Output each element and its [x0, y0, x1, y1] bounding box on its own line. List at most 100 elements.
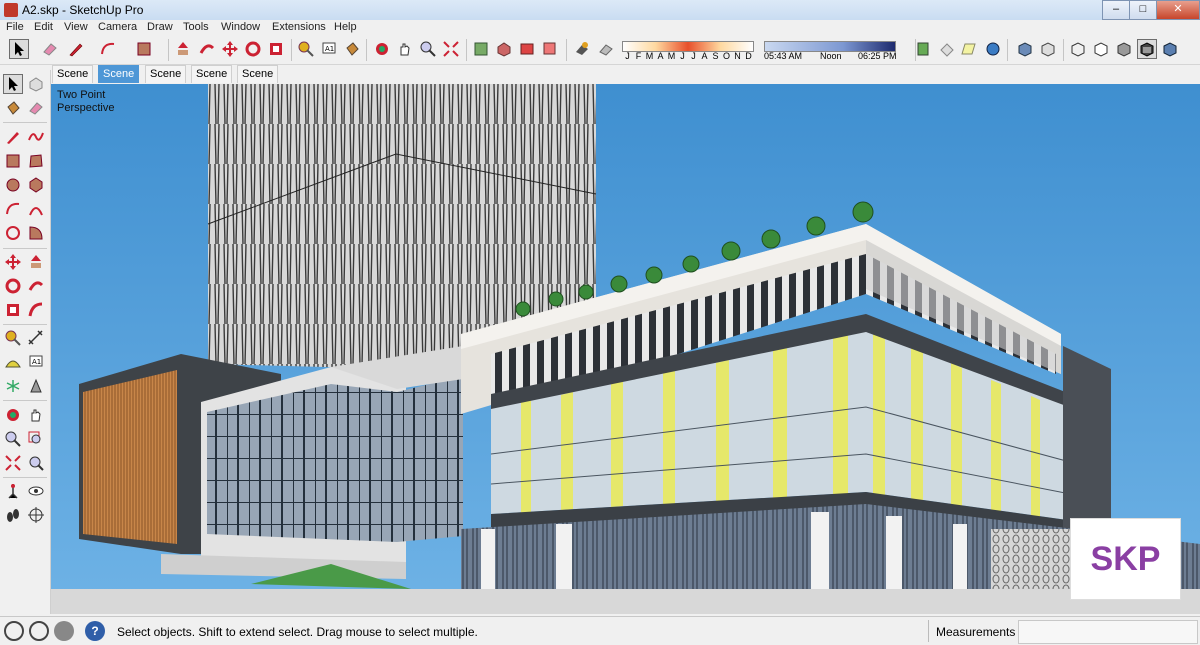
axes-icon[interactable]: [3, 376, 23, 396]
select-tool-icon[interactable]: [9, 39, 29, 59]
menu-edit[interactable]: Edit: [34, 21, 53, 33]
minimize-button[interactable]: –: [1102, 0, 1130, 20]
tab-scene-4[interactable]: Scene 4: [191, 65, 233, 96]
pie-icon[interactable]: [26, 223, 46, 243]
menu-tools[interactable]: Tools: [183, 21, 209, 33]
rotated-rectangle-icon[interactable]: [26, 151, 46, 171]
move-icon[interactable]: [220, 39, 240, 59]
zoom-icon[interactable]: [3, 429, 23, 449]
main-toolbar: A1: [0, 36, 1200, 65]
zoom-window-icon[interactable]: [26, 429, 46, 449]
menu-draw[interactable]: Draw: [147, 21, 173, 33]
orbit-icon[interactable]: [372, 39, 392, 59]
eraser-icon[interactable]: [26, 98, 46, 118]
iso-view-icon[interactable]: [1015, 39, 1035, 59]
tab-scene-2[interactable]: Scene 2: [98, 65, 140, 96]
rectangle-icon[interactable]: [134, 39, 154, 59]
polygon-icon[interactable]: [26, 175, 46, 195]
pan-icon[interactable]: [26, 405, 46, 425]
look-around-icon[interactable]: [26, 481, 46, 501]
section-plane-icon[interactable]: [960, 39, 980, 59]
model-viewport[interactable]: [51, 84, 1200, 614]
menu-window[interactable]: Window: [221, 21, 260, 33]
close-button[interactable]: ✕: [1156, 0, 1200, 20]
menu-camera[interactable]: Camera: [98, 21, 137, 33]
tape-measure-icon[interactable]: [3, 328, 23, 348]
toolbar-separator: [291, 39, 292, 61]
make-component-icon[interactable]: [26, 74, 46, 94]
credits-status-icon[interactable]: [29, 621, 49, 641]
3d-text-icon[interactable]: [26, 376, 46, 396]
text-tool-icon[interactable]: A1: [319, 39, 339, 59]
maximize-button[interactable]: □: [1129, 0, 1157, 20]
month-label: N: [734, 51, 741, 61]
orbit-icon[interactable]: [3, 405, 23, 425]
hidden-line-icon[interactable]: [1114, 39, 1134, 59]
zoom-icon[interactable]: [418, 39, 438, 59]
offset-icon[interactable]: [26, 300, 46, 320]
push-pull-icon[interactable]: [26, 252, 46, 272]
help-icon[interactable]: ?: [85, 621, 105, 641]
menu-file[interactable]: File: [6, 21, 24, 33]
dimension-icon[interactable]: [26, 328, 46, 348]
follow-me-icon[interactable]: [197, 39, 217, 59]
walk-icon[interactable]: [3, 505, 23, 525]
rotate-icon[interactable]: [243, 39, 263, 59]
section-plane-icon[interactable]: [26, 505, 46, 525]
position-camera-icon[interactable]: [3, 481, 23, 501]
xray-icon[interactable]: [1038, 39, 1058, 59]
measurements-input[interactable]: [1018, 620, 1198, 644]
select-icon[interactable]: [3, 74, 23, 94]
wireframe-icon[interactable]: [1091, 39, 1111, 59]
two-point-arc-icon[interactable]: [26, 199, 46, 219]
menu-view[interactable]: View: [64, 21, 88, 33]
zoom-extents-icon[interactable]: [3, 453, 23, 473]
month-label: A: [701, 51, 708, 61]
3d-warehouse-icon[interactable]: [471, 39, 491, 59]
extension-warehouse-icon[interactable]: [517, 39, 537, 59]
back-edges-icon[interactable]: [1068, 39, 1088, 59]
tape-measure-icon[interactable]: [296, 39, 316, 59]
geo-location-status-icon[interactable]: [4, 621, 24, 641]
eraser-icon[interactable]: [40, 39, 60, 59]
follow-me-icon[interactable]: [26, 276, 46, 296]
text-icon[interactable]: A1: [26, 352, 46, 372]
month-label: F: [635, 51, 642, 61]
three-point-arc-icon[interactable]: [3, 223, 23, 243]
monochrome-icon[interactable]: [1160, 39, 1180, 59]
toolbar-separator: [1007, 39, 1008, 61]
line-icon[interactable]: [3, 127, 23, 147]
paint-bucket-icon[interactable]: [342, 39, 362, 59]
styles-icon[interactable]: [913, 39, 933, 59]
pencil-icon[interactable]: [66, 39, 86, 59]
shaded-textures-icon[interactable]: [1137, 39, 1157, 59]
move-icon[interactable]: [3, 252, 23, 272]
protractor-icon[interactable]: [3, 352, 23, 372]
month-label: J: [691, 51, 696, 61]
arc-icon[interactable]: [98, 39, 118, 59]
display-section-icon[interactable]: [937, 39, 957, 59]
tab-scene-5[interactable]: Scene 5: [237, 65, 279, 96]
user-status-icon[interactable]: [54, 621, 74, 641]
tab-scene-1[interactable]: Scene 1: [52, 65, 94, 96]
rotate-icon[interactable]: [3, 276, 23, 296]
push-pull-icon[interactable]: [173, 39, 193, 59]
scale-icon[interactable]: [3, 300, 23, 320]
components-icon[interactable]: [494, 39, 514, 59]
paint-bucket-icon[interactable]: [3, 98, 23, 118]
pan-icon[interactable]: [395, 39, 415, 59]
previous-view-icon[interactable]: [26, 453, 46, 473]
fog-toggle-icon[interactable]: [596, 39, 616, 59]
tab-scene-3[interactable]: Scene 3: [145, 65, 187, 96]
shadow-toggle-icon[interactable]: [572, 39, 592, 59]
menu-extensions[interactable]: Extensions: [272, 21, 326, 33]
rectangle-icon[interactable]: [3, 151, 23, 171]
geo-location-icon[interactable]: [983, 39, 1003, 59]
arc-icon[interactable]: [3, 199, 23, 219]
menu-help[interactable]: Help: [334, 21, 357, 33]
scale-icon[interactable]: [266, 39, 286, 59]
send-to-layout-icon[interactable]: [540, 39, 560, 59]
zoom-extents-icon[interactable]: [441, 39, 461, 59]
circle-icon[interactable]: [3, 175, 23, 195]
freehand-icon[interactable]: [26, 127, 46, 147]
